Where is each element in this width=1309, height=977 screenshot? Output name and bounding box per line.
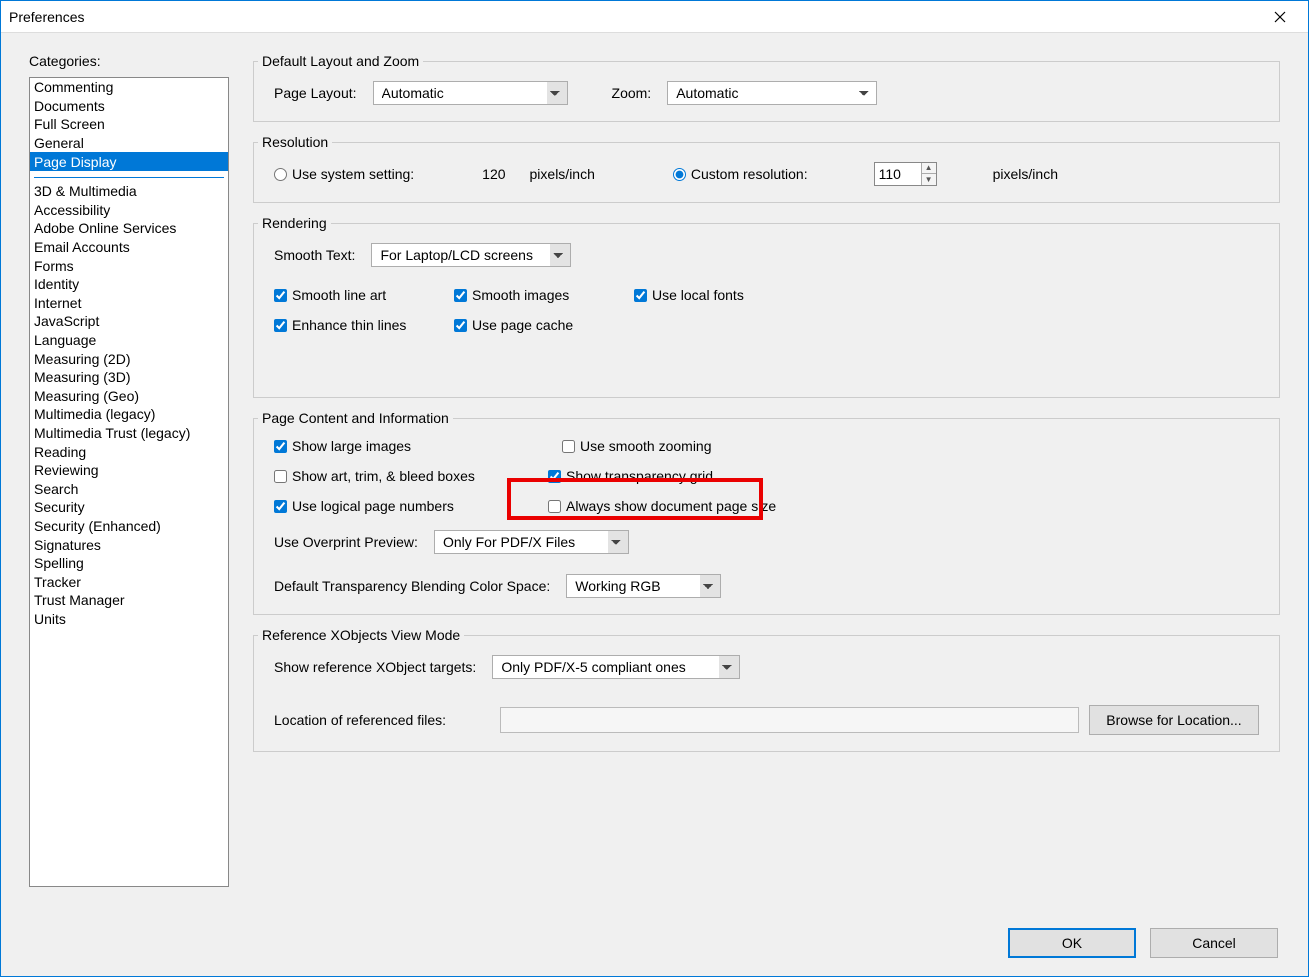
category-item[interactable]: Reviewing [30, 461, 228, 480]
categories-listbox[interactable]: CommentingDocumentsFull ScreenGeneralPag… [29, 77, 229, 887]
use-smooth-zooming-checkbox[interactable] [562, 440, 575, 453]
dialog-buttons: OK Cancel [1008, 928, 1278, 958]
xobject-targets-select[interactable]: Only PDF/X-5 compliant ones [492, 655, 740, 679]
spin-down[interactable]: ▼ [922, 174, 936, 185]
system-setting-value: 120 [482, 166, 505, 182]
group-page-content: Page Content and Information Show large … [253, 410, 1280, 615]
category-item[interactable]: Security [30, 498, 228, 517]
category-item[interactable]: Commenting [30, 78, 228, 97]
use-logical-page-numbers-checkbox[interactable] [274, 500, 287, 513]
use-page-cache-checkbox[interactable] [454, 319, 467, 332]
unit-2: pixels/inch [993, 166, 1058, 182]
legend-page-content: Page Content and Information [258, 410, 453, 426]
category-item[interactable]: Full Screen [30, 115, 228, 134]
referenced-files-location-input[interactable] [500, 707, 1079, 733]
category-item[interactable]: Identity [30, 275, 228, 294]
category-item[interactable]: Multimedia (legacy) [30, 405, 228, 424]
show-large-images-checkbox[interactable] [274, 440, 287, 453]
use-local-fonts-checkbox[interactable] [634, 289, 647, 302]
category-item[interactable]: Tracker [30, 572, 228, 591]
system-setting-label: Use system setting: [292, 166, 414, 182]
category-item[interactable]: Forms [30, 256, 228, 275]
group-rendering: Rendering Smooth Text: For Laptop/LCD sc… [253, 215, 1280, 398]
group-resolution: Resolution Use system setting: 120 pixel… [253, 134, 1280, 203]
overprint-preview-label: Use Overprint Preview: [274, 534, 418, 550]
category-item[interactable]: Units [30, 610, 228, 629]
category-item[interactable]: Measuring (Geo) [30, 387, 228, 406]
categories-label: Categories: [29, 53, 229, 69]
custom-resolution-input[interactable] [875, 163, 921, 185]
blend-space-label: Default Transparency Blending Color Spac… [274, 578, 550, 594]
referenced-files-location-label: Location of referenced files: [274, 712, 484, 728]
custom-resolution-spinner[interactable]: ▲ ▼ [874, 162, 937, 186]
blend-space-select[interactable]: Working RGB [566, 574, 721, 598]
legend-resolution: Resolution [258, 134, 332, 150]
system-setting-radio[interactable] [274, 168, 287, 181]
category-item[interactable]: Trust Manager [30, 591, 228, 610]
category-item[interactable]: Page Display [30, 152, 228, 171]
smooth-line-art-checkbox[interactable] [274, 289, 287, 302]
category-item[interactable]: Signatures [30, 535, 228, 554]
zoom-select[interactable]: Automatic [667, 81, 877, 105]
category-item[interactable]: Email Accounts [30, 238, 228, 257]
category-item[interactable]: Security (Enhanced) [30, 517, 228, 536]
show-transparency-grid-checkbox[interactable] [548, 470, 561, 483]
category-item[interactable]: JavaScript [30, 312, 228, 331]
smooth-images-checkbox[interactable] [454, 289, 467, 302]
enhance-thin-lines-checkbox[interactable] [274, 319, 287, 332]
page-layout-select[interactable]: Automatic [373, 81, 568, 105]
sidebar: Categories: CommentingDocumentsFull Scre… [29, 53, 229, 906]
category-item[interactable]: Language [30, 331, 228, 350]
legend-xobjects: Reference XObjects View Mode [258, 627, 464, 643]
close-button[interactable] [1260, 3, 1300, 31]
browse-location-button[interactable]: Browse for Location... [1089, 705, 1259, 735]
category-item[interactable]: Reading [30, 442, 228, 461]
window-title: Preferences [9, 9, 1260, 25]
legend-rendering: Rendering [258, 215, 331, 231]
unit-1: pixels/inch [530, 166, 595, 182]
system-setting-radio-row: Use system setting: [274, 166, 414, 182]
group-xobjects: Reference XObjects View Mode Show refere… [253, 627, 1280, 752]
category-item[interactable]: Internet [30, 294, 228, 313]
category-item[interactable]: Accessibility [30, 201, 228, 220]
category-item[interactable]: Search [30, 479, 228, 498]
ok-button[interactable]: OK [1008, 928, 1136, 958]
category-item[interactable]: 3D & Multimedia [30, 182, 228, 201]
titlebar: Preferences [1, 1, 1308, 33]
category-item[interactable]: Documents [30, 97, 228, 116]
always-show-doc-page-size-checkbox[interactable] [548, 500, 561, 513]
group-layout-zoom: Default Layout and Zoom Page Layout: Aut… [253, 53, 1280, 122]
close-icon [1274, 11, 1286, 23]
zoom-label: Zoom: [612, 85, 652, 101]
category-divider [34, 177, 224, 178]
page-layout-label: Page Layout: [274, 85, 357, 101]
legend-layout-zoom: Default Layout and Zoom [258, 53, 423, 69]
category-item[interactable]: Measuring (3D) [30, 368, 228, 387]
category-item[interactable]: Adobe Online Services [30, 219, 228, 238]
main-panel: Default Layout and Zoom Page Layout: Aut… [253, 53, 1280, 906]
overprint-preview-select[interactable]: Only For PDF/X Files [434, 530, 629, 554]
cancel-button[interactable]: Cancel [1150, 928, 1278, 958]
custom-resolution-radio[interactable] [673, 168, 686, 181]
show-art-trim-bleed-checkbox[interactable] [274, 470, 287, 483]
category-item[interactable]: Measuring (2D) [30, 349, 228, 368]
smooth-text-select[interactable]: For Laptop/LCD screens [371, 243, 571, 267]
custom-resolution-label: Custom resolution: [691, 166, 808, 182]
xobject-targets-label: Show reference XObject targets: [274, 659, 476, 675]
category-item[interactable]: Multimedia Trust (legacy) [30, 424, 228, 443]
smooth-text-label: Smooth Text: [274, 247, 355, 263]
category-item[interactable]: General [30, 134, 228, 153]
category-item[interactable]: Spelling [30, 554, 228, 573]
spin-up[interactable]: ▲ [922, 163, 936, 174]
